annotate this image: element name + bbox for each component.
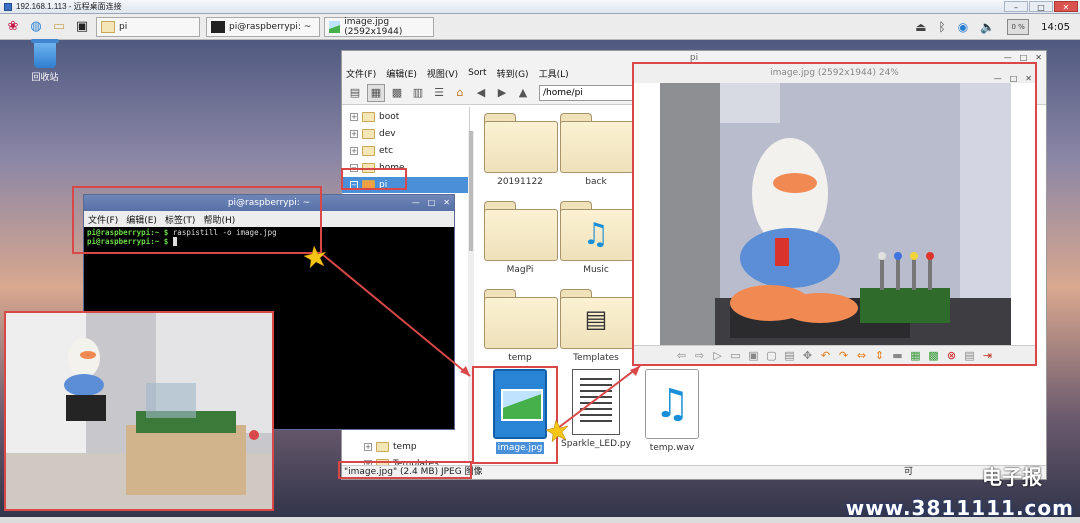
annotation-arrows xyxy=(303,245,641,443)
watermark-brand: 电子报 xyxy=(982,465,1042,489)
rdp-bottom-strip xyxy=(0,517,1080,523)
